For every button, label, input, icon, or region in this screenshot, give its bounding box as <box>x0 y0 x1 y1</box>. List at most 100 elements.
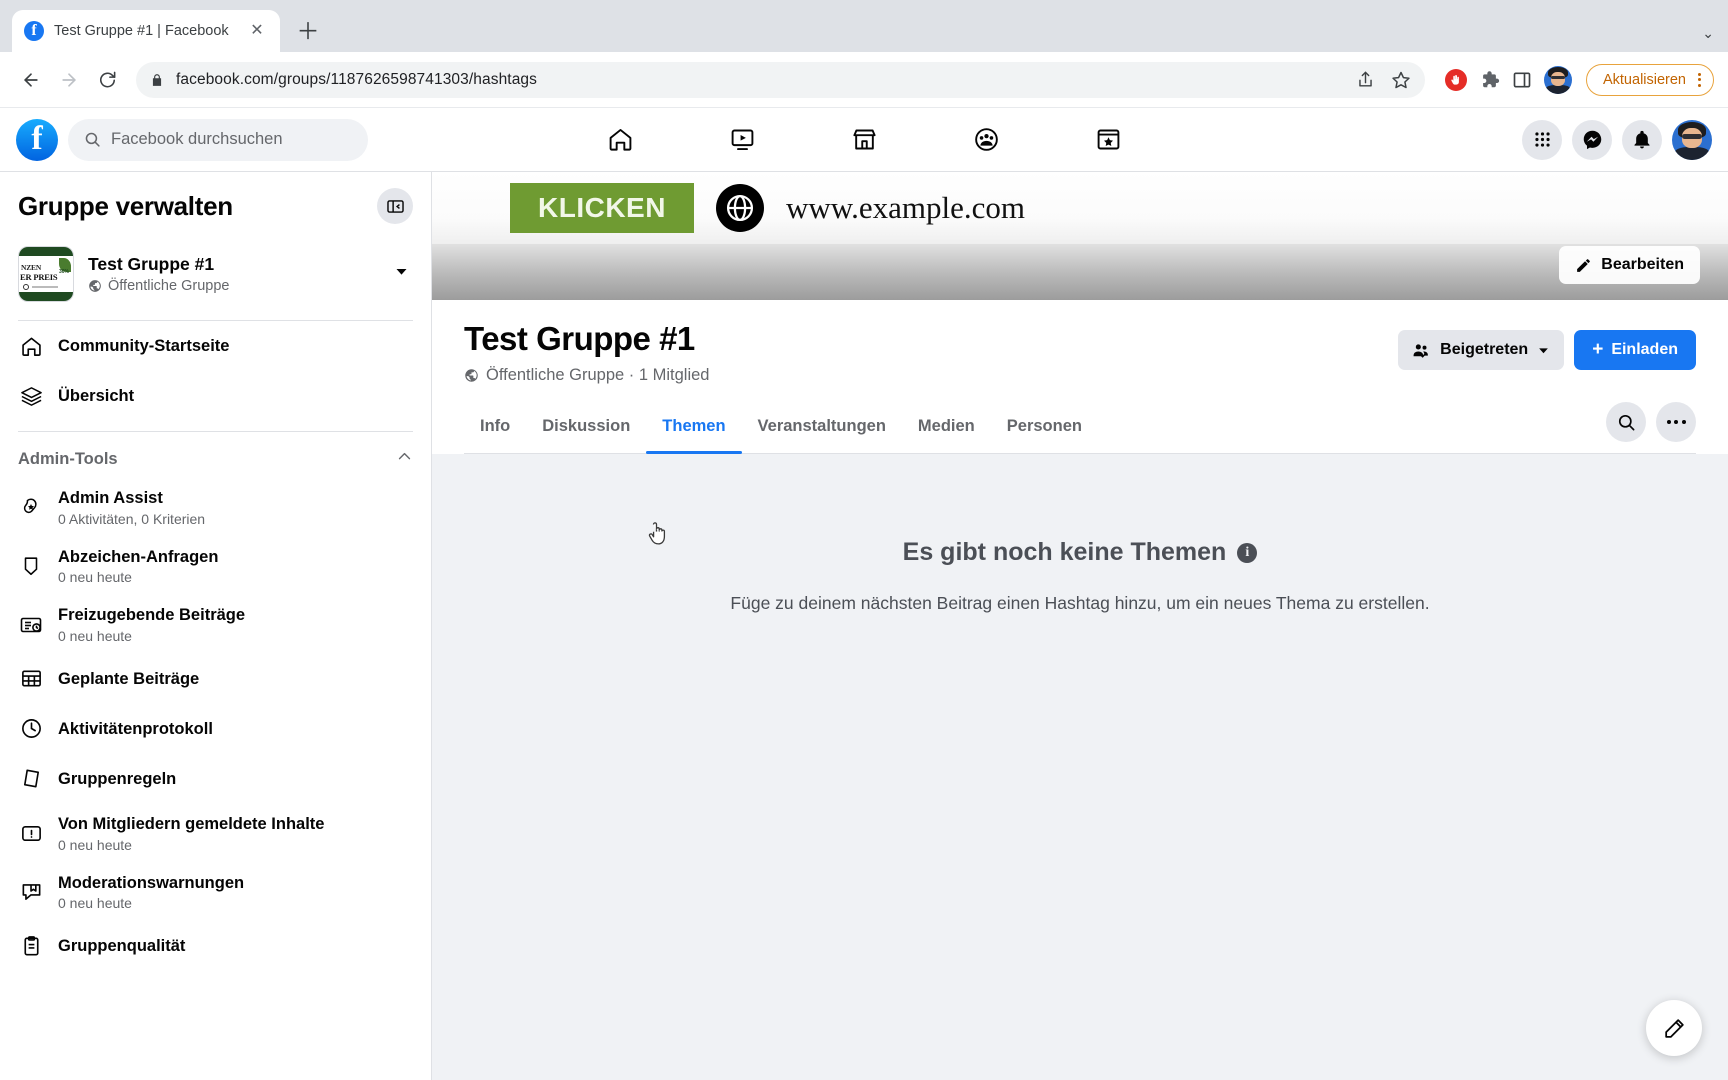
close-tab-icon[interactable]: ✕ <box>246 20 268 42</box>
forward-arrow-icon[interactable] <box>52 63 86 97</box>
globe-small-icon <box>89 280 101 292</box>
sidebar-item-label: Gruppenregeln <box>58 769 177 788</box>
url-text: facebook.com/groups/1187626598741303/has… <box>176 70 537 88</box>
edit-cover-button[interactable]: Bearbeiten <box>1559 246 1700 284</box>
page-body: Gruppe verwalten NZEN ER PREIS 30% Test … <box>0 172 1728 1080</box>
tab-list-chevron-icon[interactable]: ⌄ <box>1702 25 1714 42</box>
sidebar-item-moderation-alerts[interactable]: Moderationswarnungen 0 neu heute <box>0 863 431 922</box>
browser-toolbar: facebook.com/groups/1187626598741303/has… <box>0 52 1728 108</box>
group-switcher[interactable]: NZEN ER PREIS 30% Test Gruppe #1 Öffentl… <box>0 240 431 320</box>
home-icon <box>609 128 631 151</box>
nav-gaming[interactable] <box>1052 112 1164 168</box>
compose-pencil-icon[interactable] <box>1646 1000 1702 1056</box>
sidebar-item-sublabel: 0 Aktivitäten, 0 Kriterien <box>58 510 206 527</box>
lock-icon <box>152 73 162 86</box>
group-meta: Öffentliche Gruppe · 1 Mitglied <box>464 366 709 385</box>
facebook-page: f Facebook durchsuchen Gruppe verwalten … <box>0 108 1728 1080</box>
nav-groups[interactable] <box>930 112 1042 168</box>
tab-veranstaltungen[interactable]: Veranstaltungen <box>742 399 902 453</box>
grid-menu-icon[interactable] <box>1522 119 1562 160</box>
sidebar-item-scheduled-posts[interactable]: Geplante Beiträge <box>0 654 431 704</box>
sidebar-item-member-reported[interactable]: Von Mitgliedern gemeldete Inhalte 0 neu … <box>0 804 431 863</box>
klicken-button-graphic: KLICKEN <box>510 183 694 233</box>
admin-tools-section-header[interactable]: Admin-Tools <box>0 432 431 478</box>
globe-small-icon <box>465 369 478 382</box>
star-icon[interactable] <box>1391 70 1411 90</box>
tab-info[interactable]: Info <box>464 399 526 453</box>
clipboard-icon <box>18 935 44 958</box>
sidebar-item-text: Freizugebende Beiträge 0 neu heute <box>58 605 245 644</box>
sidebar-item-admin-assist[interactable]: Admin Assist 0 Aktivitäten, 0 Kriterien <box>0 478 431 537</box>
sidebar-item-label: Admin Assist <box>58 489 163 507</box>
search-icon <box>85 132 100 147</box>
new-tab-button[interactable]: ＋ <box>290 13 326 49</box>
joined-button[interactable]: Beigetreten <box>1398 330 1565 370</box>
main-content: KLICKEN www.example.com Bearbeiten Test … <box>432 172 1728 1080</box>
tab-title: Test Gruppe #1 | Facebook <box>54 23 229 39</box>
chevron-up-icon[interactable] <box>396 448 413 470</box>
tab-personen[interactable]: Personen <box>991 399 1098 453</box>
browser-profile-avatar[interactable] <box>1543 65 1572 94</box>
badge-icon <box>18 555 44 577</box>
sidebar-item-community-home[interactable]: Community-Startseite <box>0 321 431 371</box>
chevron-down-icon[interactable] <box>394 264 413 284</box>
group-name: Test Gruppe #1 <box>88 254 215 274</box>
home-icon <box>18 335 44 358</box>
edit-cover-label: Bearbeiten <box>1601 256 1684 273</box>
nav-watch[interactable] <box>686 112 798 168</box>
search-input[interactable]: Facebook durchsuchen <box>68 118 368 161</box>
info-icon[interactable]: i <box>1237 542 1258 563</box>
account-avatar[interactable] <box>1672 119 1712 160</box>
reload-icon[interactable] <box>90 63 124 97</box>
sidebar-item-label: Freizugebende Beiträge <box>58 606 246 625</box>
bell-icon[interactable] <box>1622 119 1662 160</box>
more-horizontal-icon[interactable] <box>1656 402 1696 442</box>
group-cover-photo[interactable]: KLICKEN www.example.com Bearbeiten <box>432 172 1728 300</box>
sidebar-item-badge-requests[interactable]: Abzeichen-Anfragen 0 neu heute <box>0 537 431 596</box>
adblock-stop-hand-icon[interactable] <box>1444 68 1467 91</box>
group-tabs: Info Diskussion Themen Veranstaltungen M… <box>464 399 1696 454</box>
manage-group-sidebar: Gruppe verwalten NZEN ER PREIS 30% Test … <box>0 172 432 1080</box>
extension-icons <box>1437 65 1572 94</box>
search-icon[interactable] <box>1606 402 1646 442</box>
sidebar-item-text: Moderationswarnungen 0 neu heute <box>58 873 244 912</box>
sidebar-item-overview[interactable]: Übersicht <box>0 371 431 421</box>
sidebar-item-group-quality[interactable]: Gruppenqualität <box>0 921 431 971</box>
chrome-menu-icon[interactable] <box>1694 72 1705 87</box>
empty-state-title-row: Es gibt noch keine Themen i <box>903 538 1258 567</box>
back-arrow-icon[interactable] <box>14 63 48 97</box>
primary-nav <box>564 112 1164 168</box>
collapse-sidebar-icon[interactable] <box>377 188 413 224</box>
update-button-label: Aktualisieren <box>1602 71 1686 88</box>
cover-banner: KLICKEN www.example.com <box>432 172 1728 244</box>
title-block: Test Gruppe #1 Öffentliche Gruppe · 1 Mi… <box>464 320 709 385</box>
thumbnail-line-2: ER PREIS <box>20 272 58 282</box>
sidebar-item-activity-log[interactable]: Aktivitätenprotokoll <box>0 704 431 754</box>
address-bar[interactable]: facebook.com/groups/1187626598741303/has… <box>136 61 1425 98</box>
sidebar-item-pending-posts[interactable]: Freizugebende Beiträge 0 neu heute <box>0 595 431 654</box>
sidebar-item-sublabel: 0 neu heute <box>58 895 132 912</box>
share-icon[interactable] <box>1356 70 1375 89</box>
sidebar-item-group-rules[interactable]: Gruppenregeln <box>0 754 431 804</box>
thumbnail-line-1: NZEN <box>21 263 42 272</box>
moderation-alert-icon <box>18 880 44 903</box>
groups-icon <box>974 128 998 151</box>
invite-button[interactable]: + Einladen <box>1574 330 1696 370</box>
nav-marketplace[interactable] <box>808 112 920 168</box>
tab-diskussion[interactable]: Diskussion <box>526 399 646 453</box>
nav-home[interactable] <box>564 112 676 168</box>
update-browser-button[interactable]: Aktualisieren <box>1585 63 1714 96</box>
title-row: Test Gruppe #1 Öffentliche Gruppe · 1 Mi… <box>464 320 1696 385</box>
facebook-logo[interactable]: f <box>16 118 58 161</box>
group-info: Test Gruppe #1 Öffentliche Gruppe <box>88 254 380 294</box>
browser-tab[interactable]: f Test Gruppe #1 | Facebook ✕ <box>12 10 280 52</box>
members-check-icon <box>1413 343 1429 358</box>
side-panel-icon[interactable] <box>1512 70 1532 90</box>
tab-medien[interactable]: Medien <box>902 399 991 453</box>
warning-exclamation-icon <box>18 822 44 845</box>
puzzle-piece-icon[interactable] <box>1479 69 1500 90</box>
tab-themen[interactable]: Themen <box>646 399 742 454</box>
calendar-grid-icon <box>18 667 44 690</box>
group-header: Test Gruppe #1 Öffentliche Gruppe · 1 Mi… <box>432 300 1728 454</box>
messenger-icon[interactable] <box>1572 119 1612 160</box>
